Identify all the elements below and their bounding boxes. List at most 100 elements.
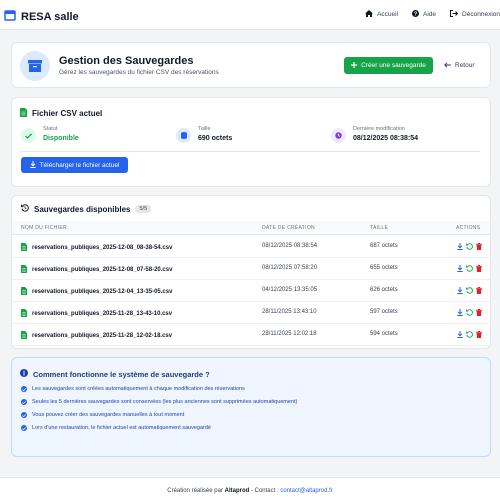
backups-section-title-text: Sauvegardes disponibles <box>34 204 131 214</box>
info-title-text: Comment fonctionne le système de sauvega… <box>33 369 210 379</box>
info-item: Vous pouvez créer des sauvegardes manuel… <box>21 412 184 418</box>
back-label: Retour <box>455 62 475 69</box>
footer-prefix: Création réalisée par <box>167 488 223 494</box>
nav-logout[interactable]: Déconnexion <box>450 10 500 19</box>
restore-icon[interactable] <box>466 265 473 274</box>
footer: Création réalisée par Altaprod - Contact… <box>0 488 500 494</box>
download-icon[interactable] <box>457 287 463 296</box>
file-size: 594 octets <box>370 331 398 337</box>
file-name-cell: reservations_publiques_2025-11-28_12-02-… <box>21 331 172 341</box>
table-row: reservations_publiques_2025-12-04_13-35-… <box>12 280 490 302</box>
nav-help[interactable]: ? Aide <box>412 10 436 19</box>
column-header-name: NOM DU FICHIER <box>21 225 67 231</box>
file-name-cell: reservations_publiques_2025-12-08_08-38-… <box>21 243 172 253</box>
download-icon[interactable] <box>457 243 463 252</box>
arrow-left-icon <box>444 61 451 70</box>
file-size: 626 octets <box>370 287 398 293</box>
download-icon[interactable] <box>457 331 463 340</box>
info-title: Comment fonctionne le système de sauvega… <box>20 369 210 379</box>
csv-section-title-text: Fichier CSV actuel <box>32 109 103 118</box>
file-name-cell: reservations_publiques_2025-12-08_07-58-… <box>21 265 172 275</box>
backups-card: Sauvegardes disponibles 5/5 NOM DU FICHI… <box>11 195 491 349</box>
table-row: reservations_publiques_2025-12-08_07-58-… <box>12 258 490 280</box>
download-current-label: Télécharger le fichier actuel <box>39 161 120 169</box>
modified-value: 08/12/2025 08:38:54 <box>353 135 418 142</box>
row-actions <box>457 265 482 274</box>
creation-date: 08/12/2025 08:38:54 <box>262 243 318 249</box>
page-title: Gestion des Sauvegardes <box>59 55 194 67</box>
download-icon[interactable] <box>457 265 463 274</box>
footer-author: Altaprod <box>224 488 250 494</box>
clock-icon <box>331 128 346 143</box>
status-value: Disponible <box>43 135 79 142</box>
create-backup-button[interactable]: Créer une sauvegarde <box>344 57 433 74</box>
help-icon: ? <box>412 10 420 19</box>
nav-home[interactable]: Accueil <box>365 10 398 19</box>
check-circle-icon <box>21 128 36 143</box>
nav-help-label: Aide <box>423 11 437 18</box>
info-item-text: Vous pouvez créer des sauvegardes manuel… <box>32 412 185 418</box>
row-actions <box>457 331 482 340</box>
file-name: reservations_publiques_2025-11-28_12-02-… <box>32 333 173 339</box>
plus-icon <box>351 61 358 70</box>
navbar: RESA salle Accueil ? Aide Déconnexion <box>0 0 500 30</box>
creation-date: 28/11/2025 13:43:10 <box>262 309 317 315</box>
csv-file-icon <box>21 309 27 319</box>
info-item: Les sauvegardes sont créées automatiquem… <box>21 386 245 392</box>
column-header-actions: ACTIONS <box>456 225 481 231</box>
row-actions <box>457 287 482 296</box>
trash-icon[interactable] <box>476 309 482 318</box>
check-icon <box>21 386 27 392</box>
creation-date: 08/12/2025 07:58:20 <box>262 265 318 271</box>
trash-icon[interactable] <box>476 287 482 296</box>
check-icon <box>21 425 27 431</box>
trash-icon[interactable] <box>476 265 482 274</box>
restore-icon[interactable] <box>466 243 473 252</box>
brand-name: RESA salle <box>21 11 79 23</box>
info-icon <box>20 369 28 379</box>
stat-status: Statut Disponible <box>21 126 79 143</box>
file-name: reservations_publiques_2025-12-08_08-38-… <box>32 245 173 251</box>
column-header-size: TAILLE <box>370 225 389 231</box>
csv-file-icon <box>21 243 27 253</box>
file-size: 597 octets <box>370 309 398 315</box>
logout-icon <box>450 10 459 19</box>
download-current-button[interactable]: Télécharger le fichier actuel <box>21 157 128 173</box>
download-icon[interactable] <box>457 309 463 318</box>
size-label: Taille <box>198 126 211 132</box>
archive-icon <box>20 51 50 81</box>
restore-icon[interactable] <box>466 287 473 296</box>
stat-modified: Dernière modification 08/12/2025 08:38:5… <box>331 126 418 143</box>
footer-email-link[interactable]: contact@altaprod.fr <box>280 488 332 494</box>
footer-contact-label: - Contact : <box>250 488 279 494</box>
trash-icon[interactable] <box>476 331 482 340</box>
info-card: Comment fonctionne le système de sauvega… <box>11 357 491 457</box>
back-button[interactable]: Retour <box>444 57 475 74</box>
table-row: reservations_publiques_2025-11-28_12-02-… <box>12 324 490 346</box>
backups-count-badge: 5/5 <box>135 205 152 213</box>
nav-home-label: Accueil <box>377 11 399 18</box>
database-icon <box>176 128 191 143</box>
modified-label: Dernière modification <box>353 126 405 132</box>
file-size: 655 octets <box>370 265 398 271</box>
trash-icon[interactable] <box>476 243 482 252</box>
calendar-icon <box>4 8 16 26</box>
info-item: Lors d'une restauration, le fichier actu… <box>21 425 211 431</box>
brand[interactable]: RESA salle <box>4 8 79 26</box>
info-item-text: Seules les 5 dernières sauvegardes sont … <box>32 399 298 405</box>
file-icon <box>20 108 27 119</box>
home-icon <box>365 10 374 19</box>
nav-logout-label: Déconnexion <box>462 11 500 18</box>
csv-section-title: Fichier CSV actuel <box>20 108 102 119</box>
file-name: reservations_publiques_2025-11-28_13-43-… <box>32 311 173 317</box>
table-row: reservations_publiques_2025-11-28_13-43-… <box>12 302 490 324</box>
file-name-cell: reservations_publiques_2025-11-28_13-43-… <box>21 309 172 319</box>
size-value: 690 octets <box>198 135 233 142</box>
table-header: NOM DU FICHIER DATE DE CRÉATION TAILLE A… <box>12 221 490 235</box>
restore-icon[interactable] <box>466 309 473 318</box>
info-item-text: Les sauvegardes sont créées automatiquem… <box>32 386 245 392</box>
creation-date: 28/11/2025 12:02:18 <box>262 331 317 337</box>
check-icon <box>21 399 27 405</box>
restore-icon[interactable] <box>466 331 473 340</box>
creation-date: 04/12/2025 13:35:05 <box>262 287 318 293</box>
